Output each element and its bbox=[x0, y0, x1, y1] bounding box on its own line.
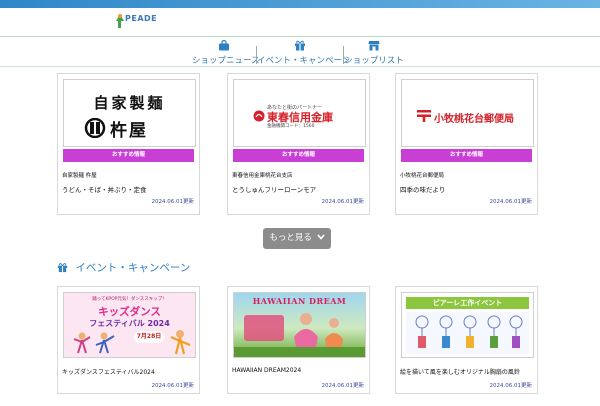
shop-description: とうしゅんフリーローンモア bbox=[232, 186, 317, 194]
logo-mark-icon bbox=[116, 14, 124, 28]
dancer-illustration-icon bbox=[170, 330, 191, 355]
show-more-label: もっと見る bbox=[269, 233, 312, 243]
nav-events-label: イベント・キャンペーン bbox=[257, 56, 351, 66]
event-title: キッズダンスフェスティバル2024 bbox=[62, 369, 155, 376]
event-card-kids-dance[interactable]: 踊ってKPOP元気！ダンススキップ！ キッズダンス フェスティバル 2024 7… bbox=[57, 286, 200, 394]
post-office-mark-icon bbox=[417, 110, 431, 122]
update-date: 2024.06.01更新 bbox=[489, 199, 533, 205]
update-date: 2024.06.01更新 bbox=[321, 383, 365, 389]
event-title: 絵を描いて風を楽しむオリジナル胸扇の風鈴 bbox=[400, 369, 520, 376]
nav-shop-list[interactable]: ショップリスト bbox=[344, 38, 404, 66]
shop-logo-image: あなたと街のパートナー 東春信用金庫 金融機関コード：1560 bbox=[233, 79, 366, 147]
nav-top-border bbox=[0, 36, 600, 37]
event-title: HAWAIIAN DREAM2024 bbox=[232, 367, 302, 374]
kineya-mark-icon bbox=[84, 118, 106, 138]
shop-news-card-kineya[interactable]: 自家製麺 杵屋 おすすめ情報 自家製麺 杵屋 うどん・そば・丼ぶり・定食 202… bbox=[57, 73, 200, 215]
nav-bottom-border bbox=[0, 66, 600, 67]
recommend-badge: おすすめ情報 bbox=[63, 149, 194, 162]
shop-name: 東春信用金庫桃花台支店 bbox=[232, 173, 293, 179]
nav-shop-news-label: ショップニュース bbox=[192, 56, 260, 66]
logo-text: PEADE bbox=[125, 14, 158, 23]
update-date: 2024.06.01更新 bbox=[321, 199, 365, 205]
events-section-title: イベント・キャンペーン bbox=[75, 262, 191, 274]
shop-logo-image: 小牧桃花台郵便局 bbox=[401, 79, 534, 147]
logo-main-text: 小牧桃花台郵便局 bbox=[434, 114, 514, 125]
show-more-button[interactable]: もっと見る bbox=[263, 228, 331, 249]
recommend-badge: おすすめ情報 bbox=[233, 149, 364, 162]
update-date: 2024.06.01更新 bbox=[151, 383, 195, 389]
shop-name: 自家製麺 杵屋 bbox=[62, 173, 97, 179]
gift-icon bbox=[57, 263, 68, 273]
site-logo[interactable]: PEADE bbox=[115, 13, 158, 29]
recommend-badge: おすすめ情報 bbox=[401, 149, 532, 162]
update-date: 2024.06.01更新 bbox=[151, 199, 195, 205]
events-section-heading: イベント・キャンペーン bbox=[57, 260, 190, 276]
logo-line1: 自家製麺 bbox=[93, 94, 166, 112]
shop-description: 四季の味だより bbox=[400, 186, 446, 194]
poster-date: 7月28日 bbox=[134, 331, 164, 343]
event-card-craft[interactable]: ピアーレ工作イベント 絵を描いて風を楽しむオリジナル胸扇の風鈴 2024.06.… bbox=[395, 286, 538, 394]
poster-top-text: 踊ってKPOP元気！ダンススキップ！ bbox=[92, 297, 167, 302]
shop-name: 小牧桃花台郵便局 bbox=[400, 173, 445, 179]
toshun-mark-icon bbox=[253, 110, 265, 122]
shop-news-card-post-office[interactable]: 小牧桃花台郵便局 おすすめ情報 小牧桃花台郵便局 四季の味だより 2024.06… bbox=[395, 73, 538, 215]
poster-title-line1: キッズダンス bbox=[98, 306, 161, 318]
nav-shop-news[interactable]: ショップニュース bbox=[192, 38, 260, 66]
shop-logo-image: 自家製麺 杵屋 bbox=[63, 79, 196, 147]
poster-title: HAWAIIAN DREAM bbox=[252, 296, 347, 306]
top-color-bar bbox=[0, 0, 600, 8]
poster-title-line2: フェスティバル 2024 bbox=[89, 319, 170, 328]
event-poster-image: HAWAIIAN DREAM bbox=[233, 292, 366, 358]
nav-shop-list-label: ショップリスト bbox=[344, 56, 404, 66]
poster-title: ピアーレ工作イベント bbox=[406, 297, 529, 309]
store-icon bbox=[368, 41, 380, 51]
dancers-illustration-icon bbox=[73, 332, 115, 354]
event-poster-image: 踊ってKPOP元気！ダンススキップ！ キッズダンス フェスティバル 2024 7… bbox=[63, 292, 196, 358]
logo-line2: 杵屋 bbox=[110, 121, 148, 141]
shop-news-card-toshun[interactable]: あなたと街のパートナー 東春信用金庫 金融機関コード：1560 おすすめ情報 東… bbox=[227, 73, 370, 215]
main-nav: ショップニュース イベント・キャンペーン ショップリスト bbox=[0, 38, 600, 66]
update-date: 2024.06.01更新 bbox=[489, 383, 533, 389]
event-card-hawaiian-dream[interactable]: HAWAIIAN DREAM HAWAIIAN DREAM2024 2024.0… bbox=[227, 286, 370, 394]
event-poster-image: ピアーレ工作イベント bbox=[401, 292, 534, 358]
shop-description: うどん・そば・丼ぶり・定食 bbox=[62, 186, 147, 194]
logo-code-text: 金融機関コード：1560 bbox=[267, 124, 315, 129]
nav-events[interactable]: イベント・キャンペーン bbox=[257, 38, 351, 66]
hula-dancers-illustration-icon bbox=[234, 313, 365, 357]
chevron-down-icon bbox=[317, 234, 325, 240]
wind-chime-illustration-icon bbox=[406, 312, 529, 354]
gift-icon bbox=[295, 40, 305, 51]
shopping-bag-icon bbox=[219, 40, 229, 51]
